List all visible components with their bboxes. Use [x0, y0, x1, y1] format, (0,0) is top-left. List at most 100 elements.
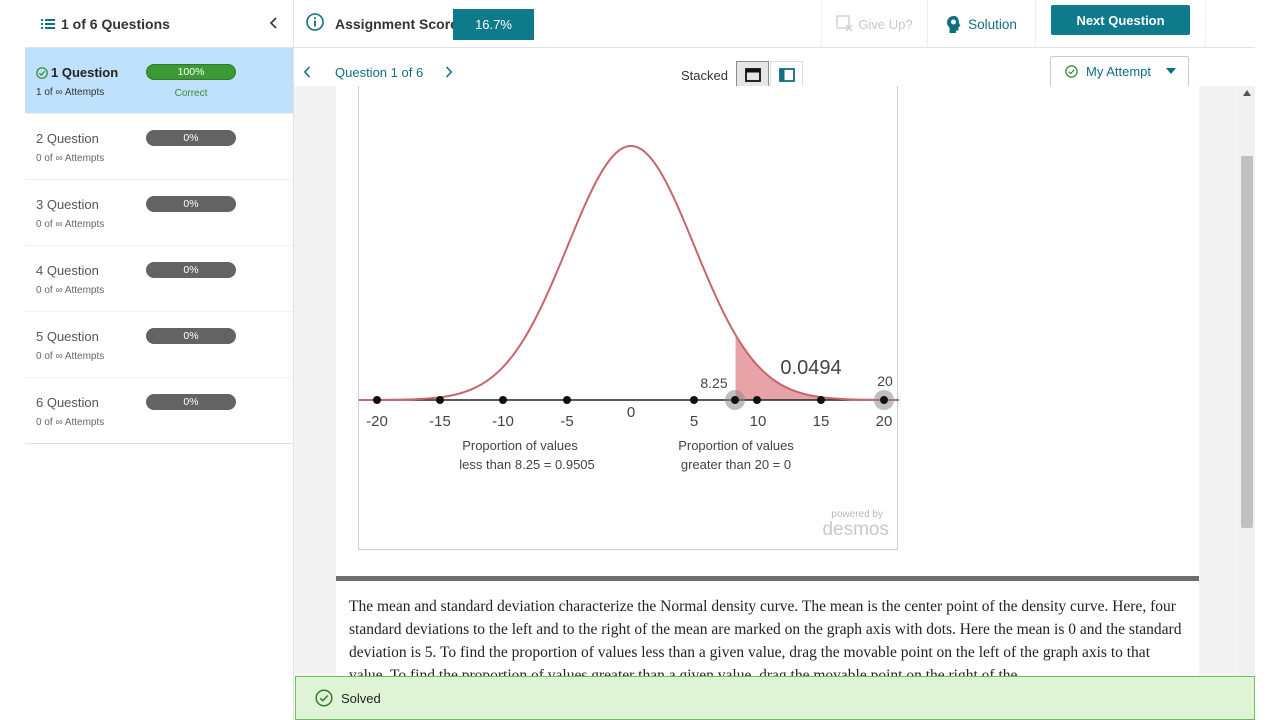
left-point-label: 8.25	[700, 375, 727, 391]
question-2-attempts: 0 of ∞ Attempts	[36, 153, 105, 164]
info-icon[interactable]	[306, 13, 324, 31]
stacked-layout-icon	[744, 68, 761, 82]
tick-label-neg15: -15	[429, 413, 451, 430]
tick-label-neg20: -20	[366, 413, 388, 430]
desmos-logo: desmos	[822, 519, 889, 540]
side-layout-icon	[778, 68, 795, 82]
axis-dot-neg10	[499, 396, 507, 404]
movable-point-right-dot	[880, 396, 888, 404]
question-3-attempts: 0 of ∞ Attempts	[36, 219, 105, 230]
check-circle-icon	[1065, 65, 1078, 78]
question-subheader: Question 1 of 6 Stacked My Attempt	[294, 48, 1255, 89]
give-up-button[interactable]: Give Up?	[821, 0, 928, 48]
sidebar-item-question-6[interactable]: 6 Question 0 of ∞ Attempts 0%	[25, 378, 293, 444]
axis-dot-15	[817, 396, 825, 404]
question-4-progress: 0%	[146, 262, 236, 278]
assignment-score-value: 16.7%	[453, 9, 534, 40]
content-scrollbar[interactable]	[1239, 86, 1255, 676]
axis-dot-neg20	[373, 396, 381, 404]
tick-label-neg5: -5	[560, 413, 573, 430]
next-question-button[interactable]: Next Question	[1051, 5, 1190, 35]
assignment-score-label: Assignment Score:	[335, 16, 463, 32]
question-1-name: 1 Question	[36, 65, 118, 80]
question-3-label: 3 Question	[36, 197, 99, 212]
tick-label-20: 20	[876, 413, 893, 430]
my-attempt-dropdown[interactable]: My Attempt	[1050, 56, 1189, 87]
tick-label-0: 0	[627, 404, 635, 421]
question-5-progress: 0%	[146, 328, 236, 344]
give-up-icon	[836, 15, 853, 32]
movable-point-left[interactable]	[725, 390, 745, 410]
sidebar-header: 1 of 6 Questions	[25, 0, 293, 48]
desmos-graph[interactable]: -20 -15 -10 -5 0 5 10 15 20 8.25 20 0.04…	[358, 86, 899, 550]
sidebar-item-question-4[interactable]: 4 Question 0 of ∞ Attempts 0%	[25, 246, 293, 312]
axis-dot-5	[690, 396, 698, 404]
sidebar-item-question-1[interactable]: 1 Question 1 of ∞ Attempts 100% Correct	[25, 48, 293, 114]
chevron-left-icon	[269, 17, 277, 29]
question-2-progress: 0%	[146, 130, 236, 146]
check-circle-icon	[36, 66, 48, 79]
question-1-status: Correct	[174, 88, 208, 99]
sidebar-item-question-5[interactable]: 5 Question 0 of ∞ Attempts 0%	[25, 312, 293, 378]
axis-dot-neg15	[436, 396, 444, 404]
axis-dot-neg5	[563, 396, 571, 404]
tick-label-15: 15	[813, 413, 830, 430]
graph-panel: -20 -15 -10 -5 0 5 10 15 20 8.25 20 0.04…	[336, 86, 1199, 586]
question-3-progress: 0%	[146, 196, 236, 212]
question-5-label: 5 Question	[36, 329, 99, 344]
solved-label: Solved	[341, 690, 381, 706]
my-attempt-label: My Attempt	[1086, 64, 1152, 79]
view-mode-label: Stacked	[681, 68, 728, 83]
question-1-label: 1 Question	[51, 65, 119, 80]
chevron-right-icon	[445, 66, 453, 78]
sidebar-item-question-3[interactable]: 3 Question 0 of ∞ Attempts 0%	[25, 180, 293, 246]
question-nav-label: Question 1 of 6	[335, 65, 424, 80]
question-1-progress: 100%	[146, 64, 236, 80]
right-caption-line2: greater than 20 = 0	[681, 457, 791, 472]
sidebar-title: 1 of 6 Questions	[61, 15, 170, 32]
chevron-left-icon	[303, 66, 311, 78]
question-2-label: 2 Question	[36, 131, 99, 146]
question-content: -20 -15 -10 -5 0 5 10 15 20 8.25 20 0.04…	[294, 86, 1239, 676]
scroll-thumb[interactable]	[1241, 156, 1253, 528]
app-root: 1 of 6 Questions 1 Question 1 of ∞ Attem…	[0, 0, 1280, 720]
question-description: The mean and standard deviation characte…	[336, 581, 1199, 676]
caret-down-icon	[1166, 68, 1176, 74]
side-by-side-view-button[interactable]	[770, 61, 803, 89]
give-up-label: Give Up?	[858, 16, 913, 32]
previous-question-button[interactable]	[303, 65, 311, 83]
question-6-attempts: 0 of ∞ Attempts	[36, 417, 105, 428]
right-point-label: 20	[877, 373, 893, 389]
question-4-attempts: 0 of ∞ Attempts	[36, 285, 105, 296]
question-sidebar: 1 of 6 Questions 1 Question 1 of ∞ Attem…	[25, 0, 294, 720]
sidebar-item-question-2[interactable]: 2 Question 0 of ∞ Attempts 0%	[25, 114, 293, 180]
question-5-attempts: 0 of ∞ Attempts	[36, 351, 105, 362]
list-icon	[41, 18, 55, 29]
normal-curve-graph: -20 -15 -10 -5 0 5 10 15 20 8.25 20 0.04…	[359, 144, 899, 540]
tick-label-10: 10	[750, 413, 767, 430]
movable-point-right[interactable]	[874, 390, 894, 410]
check-circle-icon	[315, 689, 333, 707]
stacked-view-button[interactable]	[736, 61, 769, 89]
left-caption-line2: less than 8.25 = 0.9505	[459, 457, 595, 472]
right-caption-line1: Proportion of values	[678, 438, 794, 453]
solution-button[interactable]: Solution	[928, 0, 1036, 48]
top-bar: Assignment Score: 16.7% Give Up? Solutio…	[294, 0, 1255, 48]
movable-point-left-dot	[731, 396, 739, 404]
solution-label: Solution	[968, 16, 1017, 32]
head-lightbulb-icon	[947, 15, 961, 33]
axis-dot-10	[753, 396, 761, 404]
tick-label-neg10: -10	[492, 413, 514, 430]
next-question-arrow[interactable]	[445, 65, 453, 83]
question-4-label: 4 Question	[36, 263, 99, 278]
question-1-attempts: 1 of ∞ Attempts	[36, 87, 105, 98]
left-caption-line1: Proportion of values	[462, 438, 578, 453]
topbar-divider	[1205, 0, 1206, 48]
collapse-sidebar-button[interactable]	[265, 14, 281, 32]
question-6-label: 6 Question	[36, 395, 99, 410]
tick-label-5: 5	[690, 413, 698, 430]
question-6-progress: 0%	[146, 394, 236, 410]
shaded-area-label: 0.0494	[780, 357, 841, 379]
solved-notification: Solved	[295, 676, 1255, 720]
scroll-up-arrow-icon[interactable]	[1243, 90, 1251, 96]
